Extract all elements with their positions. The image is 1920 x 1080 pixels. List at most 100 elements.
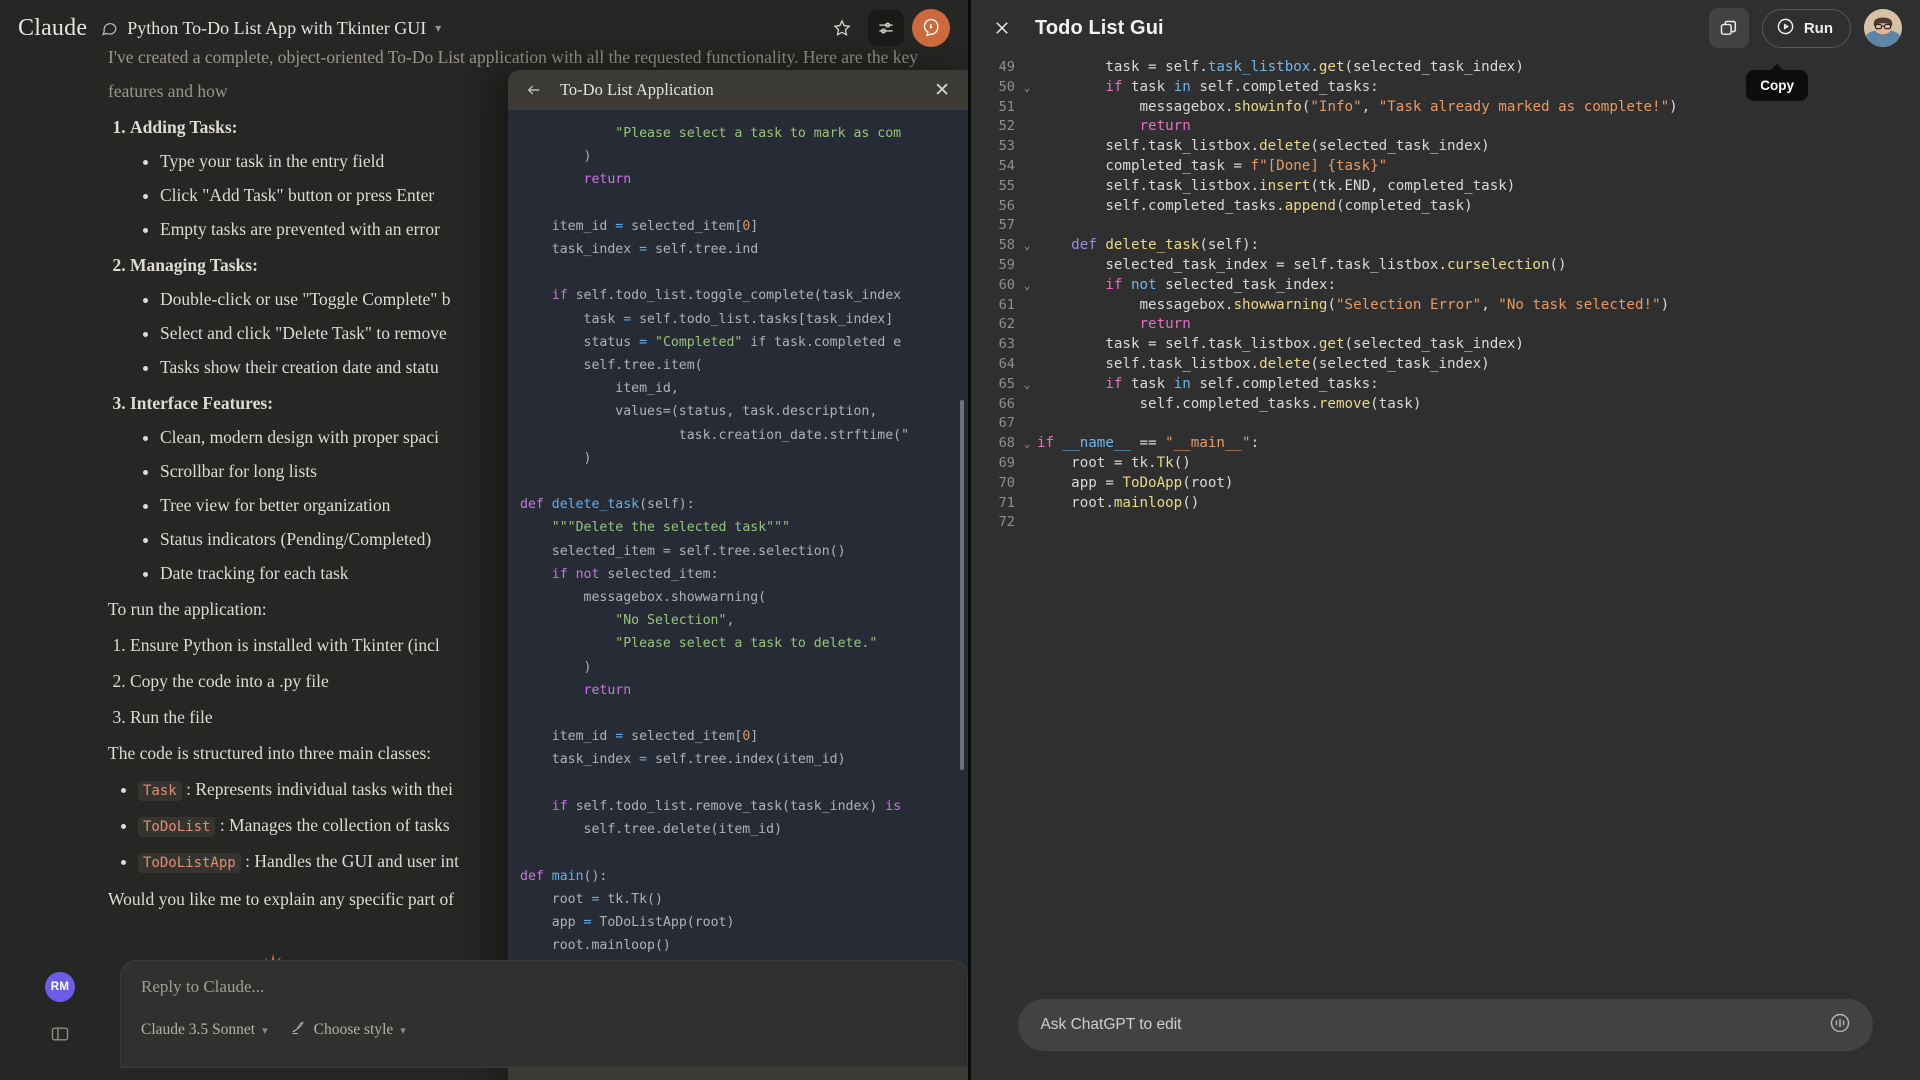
code-token: return — [1140, 316, 1191, 332]
artifact-code-viewer[interactable]: "Please select a task to mark as com ) r… — [508, 110, 968, 1024]
code-token: self.tree.index(item_id) — [647, 752, 846, 767]
close-icon[interactable] — [993, 19, 1011, 37]
canvas-pane: Todo List Gui Run — [968, 0, 1920, 1080]
run-button[interactable]: Run — [1762, 9, 1851, 48]
code-token: if — [1105, 277, 1122, 293]
code-text: if not selected_task_index: — [1037, 276, 1336, 296]
code-token: completed_task = — [1037, 158, 1251, 174]
claude-pane: Claude Python To-Do List App with Tkinte… — [0, 0, 968, 1080]
chevron-down-icon: ▾ — [262, 1024, 268, 1037]
profile-avatar[interactable] — [1864, 9, 1902, 47]
line-number: 59 — [971, 256, 1017, 276]
code-token — [1122, 277, 1131, 293]
code-line: 63 task = self.task_listbox.get(selected… — [971, 335, 1920, 355]
line-number: 67 — [971, 414, 1017, 434]
reply-input[interactable]: Reply to Claude... — [141, 977, 947, 997]
code-token: selected_item[ — [623, 219, 742, 234]
code-token: def — [520, 869, 552, 884]
copy-button[interactable] — [1709, 8, 1749, 48]
code-token: == — [1140, 435, 1157, 451]
code-token — [647, 335, 655, 350]
code-token: . — [1310, 59, 1319, 75]
code-token: (selected_task_index) — [1310, 356, 1489, 372]
voice-waveform-icon[interactable] — [1829, 1012, 1851, 1038]
conversation-title-button[interactable]: Python To-Do List App with Tkinter GUI ▾ — [101, 18, 441, 39]
code-token — [520, 126, 615, 141]
close-icon[interactable]: ✕ — [934, 81, 950, 100]
code-token — [1037, 118, 1140, 134]
back-arrow-icon[interactable] — [526, 82, 542, 98]
code-text: completed_task = f"[Done] {task}" — [1037, 157, 1387, 177]
code-line: 69 root = tk.Tk() — [971, 454, 1920, 474]
line-number: 66 — [971, 395, 1017, 415]
code-token: "Please select a task to delete." — [615, 636, 877, 651]
screen-root: Claude Python To-Do List App with Tkinte… — [0, 0, 1920, 1080]
code-token — [520, 520, 552, 535]
code-line: 56 self.completed_tasks.append(completed… — [971, 197, 1920, 217]
code-token: showwarning — [1233, 297, 1327, 313]
code-token: values=(status, task.description, — [520, 404, 877, 419]
code-token: is — [885, 799, 901, 814]
code-token: not — [576, 567, 600, 582]
code-token: if — [1037, 435, 1054, 451]
code-text: self.completed_tasks.remove(task) — [1037, 395, 1421, 415]
line-number: 71 — [971, 494, 1017, 514]
fold-chevron-icon[interactable]: ⌄ — [1017, 434, 1037, 454]
feature-heading: Adding Tasks: — [130, 117, 238, 137]
code-token: return — [584, 172, 632, 187]
artifact-scrollbar-thumb[interactable] — [960, 400, 964, 770]
style-selector[interactable]: Choose style ▾ — [290, 1019, 406, 1041]
code-token: showinfo — [1233, 99, 1301, 115]
code-token: () — [1174, 455, 1191, 471]
canvas-bottom-bar: Ask ChatGPT to edit — [971, 970, 1920, 1080]
code-text: messagebox.showinfo("Info", "Task alread… — [1037, 98, 1678, 118]
line-number: 61 — [971, 296, 1017, 316]
code-token: if — [1105, 376, 1122, 392]
sidebar-toggle-icon[interactable] — [50, 1024, 70, 1044]
code-token: (): — [584, 869, 608, 884]
canvas-title: Todo List Gui — [1035, 17, 1164, 40]
code-token: "No Selection" — [615, 613, 726, 628]
fold-chevron-icon[interactable]: ⌄ — [1017, 375, 1037, 395]
code-token — [1037, 79, 1105, 95]
code-text: self.task_listbox.delete(selected_task_i… — [1037, 137, 1490, 157]
code-line: 62 return — [971, 315, 1920, 335]
code-line: 59 selected_task_index = self.task_listb… — [971, 256, 1920, 276]
line-number: 56 — [971, 197, 1017, 217]
code-text: return — [1037, 315, 1191, 335]
code-token: "No task selected!" — [1498, 297, 1660, 313]
user-avatar[interactable]: RM — [45, 972, 75, 1002]
code-line: 55 self.task_listbox.insert(tk.END, comp… — [971, 177, 1920, 197]
claude-account-avatar[interactable] — [912, 9, 950, 47]
canvas-header-actions: Run — [1709, 8, 1902, 48]
fold-chevron-icon[interactable]: ⌄ — [1017, 276, 1037, 296]
code-token — [520, 567, 552, 582]
star-button[interactable] — [824, 10, 860, 46]
model-selector[interactable]: Claude 3.5 Sonnet ▾ — [141, 1021, 268, 1039]
claude-composer[interactable]: Reply to Claude... Claude 3.5 Sonnet ▾ — [120, 960, 968, 1068]
line-number: 62 — [971, 315, 1017, 335]
code-text: task = self.task_listbox.get(selected_ta… — [1037, 58, 1524, 78]
code-token: app — [520, 915, 584, 930]
fold-chevron-icon[interactable]: ⌄ — [1017, 78, 1037, 98]
code-token: not — [1131, 277, 1157, 293]
code-token: self.todo_list.remove_task(task_index) — [568, 799, 886, 814]
settings-sliders-button[interactable] — [868, 10, 904, 46]
line-number: 64 — [971, 355, 1017, 375]
code-token: "Selection Error" — [1336, 297, 1481, 313]
code-token: get — [1319, 336, 1345, 352]
canvas-code-editor[interactable]: 49 task = self.task_listbox.get(selected… — [971, 56, 1920, 970]
style-label: Choose style — [314, 1021, 394, 1039]
code-token: : — [1251, 435, 1260, 451]
code-token: remove — [1319, 396, 1370, 412]
code-token: messagebox. — [1037, 99, 1233, 115]
code-token: task — [1122, 79, 1173, 95]
code-token: (task) — [1370, 396, 1421, 412]
code-token: root — [520, 892, 591, 907]
code-token: self.completed_tasks. — [1037, 198, 1285, 214]
code-token — [1037, 376, 1105, 392]
code-text: if __name__ == "__main__": — [1037, 434, 1259, 454]
code-token: (selected_task_index) — [1345, 59, 1524, 75]
ask-chatgpt-input[interactable]: Ask ChatGPT to edit — [1018, 999, 1872, 1051]
fold-chevron-icon[interactable]: ⌄ — [1017, 236, 1037, 256]
